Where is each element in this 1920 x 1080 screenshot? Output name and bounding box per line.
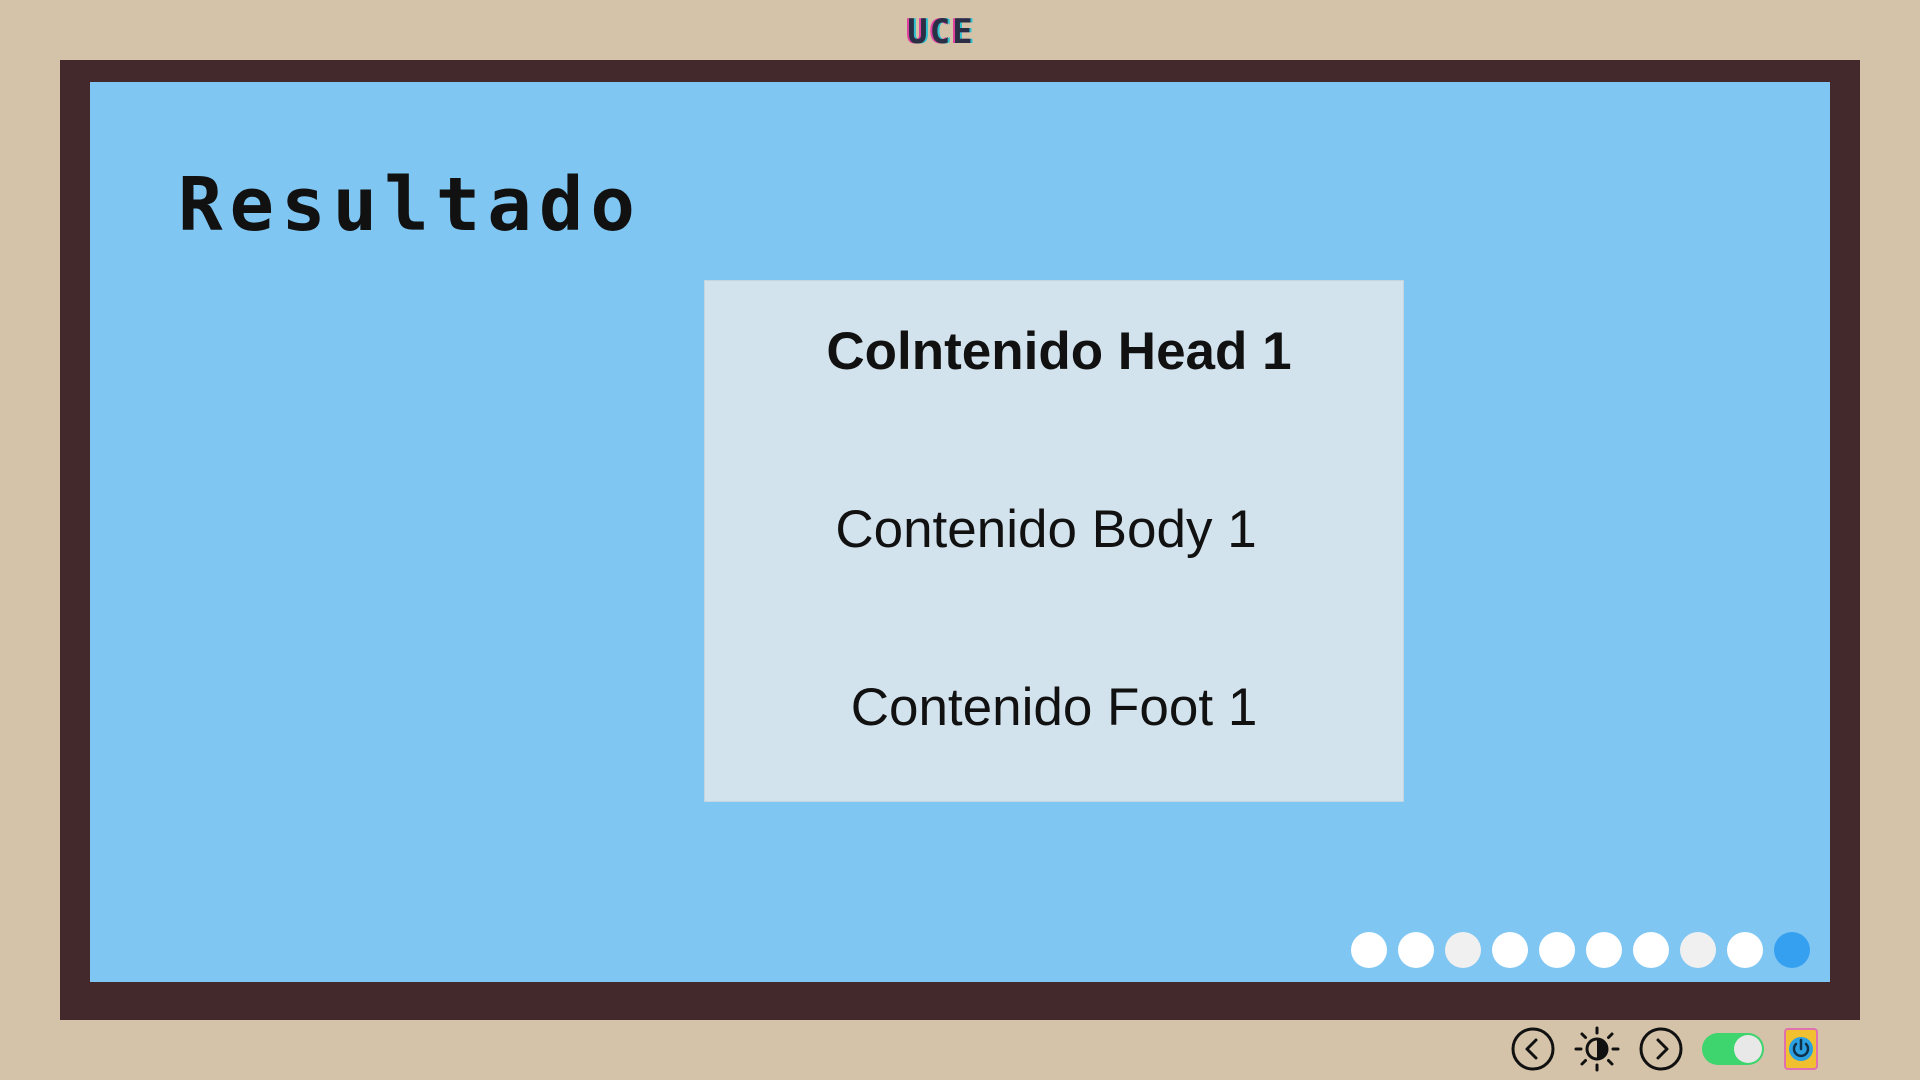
power-button[interactable] (1782, 1026, 1820, 1072)
pager-dot-5[interactable] (1539, 932, 1575, 968)
pager-dot-10[interactable] (1774, 932, 1810, 968)
brightness-button[interactable] (1574, 1026, 1620, 1072)
power-icon (1784, 1028, 1818, 1070)
slide-title: Resultado (178, 162, 642, 248)
monitor-bezel: Resultado Colntenido Head 1 Contenido Bo… (60, 60, 1860, 1020)
brand-logo: UCE (907, 12, 975, 52)
control-bar (1510, 1026, 1820, 1072)
pager-dot-1[interactable] (1351, 932, 1387, 968)
theme-toggle[interactable] (1702, 1033, 1764, 1065)
next-slide-button[interactable] (1638, 1026, 1684, 1072)
card-foot: Contenido Foot 1 (850, 678, 1258, 737)
slide-pager (1351, 932, 1810, 968)
pager-dot-3[interactable] (1445, 932, 1481, 968)
card-body: Contenido Body 1 (835, 500, 1257, 559)
pager-dot-6[interactable] (1586, 932, 1622, 968)
card-head: Colntenido Head 1 (826, 322, 1292, 381)
pager-dot-2[interactable] (1398, 932, 1434, 968)
pager-dot-7[interactable] (1633, 932, 1669, 968)
pager-dot-4[interactable] (1492, 932, 1528, 968)
chevron-right-circle-icon (1639, 1027, 1683, 1071)
chevron-left-circle-icon (1511, 1027, 1555, 1071)
toggle-knob (1734, 1035, 1762, 1063)
content-card: Colntenido Head 1 Contenido Body 1 Conte… (704, 280, 1404, 802)
pager-dot-8[interactable] (1680, 932, 1716, 968)
pager-dot-9[interactable] (1727, 932, 1763, 968)
prev-slide-button[interactable] (1510, 1026, 1556, 1072)
brightness-icon (1574, 1026, 1620, 1072)
slide-screen: Resultado Colntenido Head 1 Contenido Bo… (90, 82, 1830, 982)
